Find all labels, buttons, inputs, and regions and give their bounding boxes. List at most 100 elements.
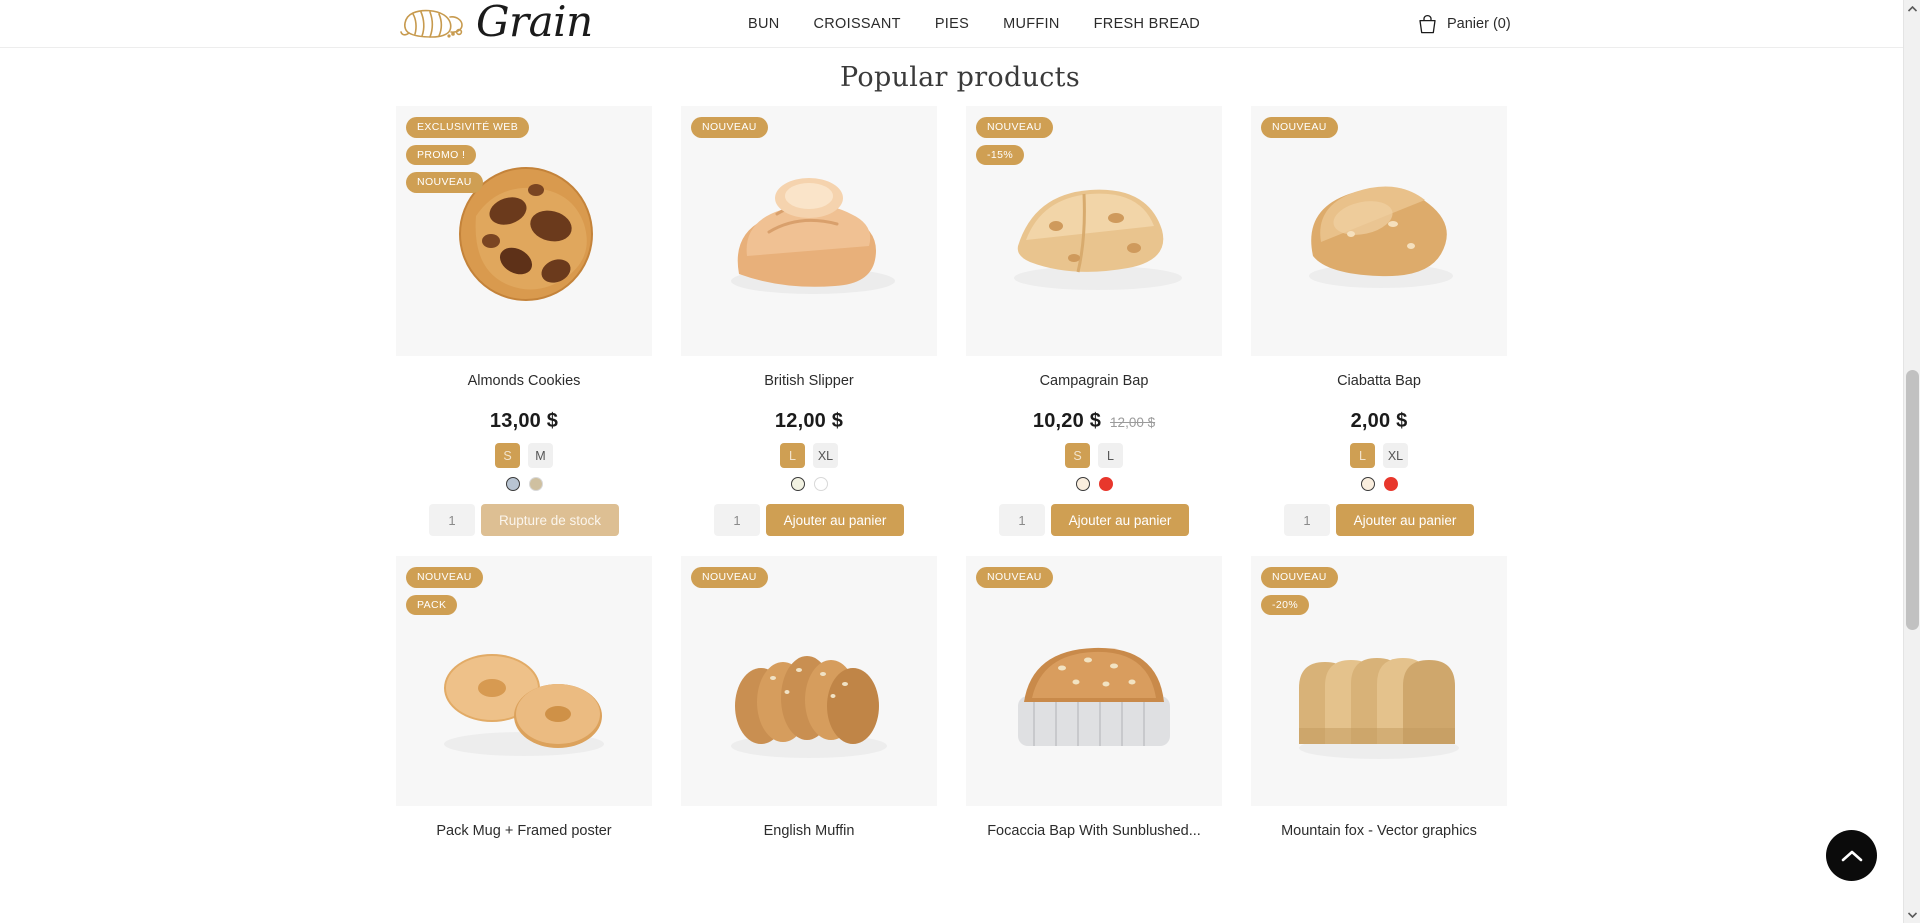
size-option[interactable]: S bbox=[495, 443, 520, 468]
badge-list: NOUVEAU -20% bbox=[1261, 567, 1338, 615]
size-option[interactable]: L bbox=[1098, 443, 1123, 468]
scrollbar-down-arrow[interactable] bbox=[1904, 906, 1920, 923]
color-swatch[interactable] bbox=[813, 477, 828, 491]
color-selector bbox=[1251, 477, 1507, 491]
product-badge: PACK bbox=[406, 594, 458, 615]
purchase-row: Ajouter au panier bbox=[681, 504, 937, 536]
product-grid: EXCLUSIVITÉ WEB PROMO ! NOUVEAU Almonds … bbox=[396, 106, 1508, 839]
logo-wordmark: Grain bbox=[476, 0, 593, 46]
scroll-to-top-button[interactable] bbox=[1826, 830, 1877, 881]
discount-badge: -15% bbox=[976, 144, 1025, 165]
page-scrollbar[interactable] bbox=[1903, 0, 1920, 923]
discount-badge: -20% bbox=[1261, 594, 1310, 615]
product-title[interactable]: Almonds Cookies bbox=[396, 373, 652, 389]
color-swatch[interactable] bbox=[505, 477, 520, 491]
product-image-loaf-in-basket bbox=[1018, 647, 1170, 746]
product-image-area[interactable]: NOUVEAU -15% bbox=[966, 106, 1222, 356]
product-price: 2,00 $ bbox=[1350, 410, 1408, 432]
color-swatch[interactable] bbox=[528, 477, 543, 491]
color-swatch[interactable] bbox=[1383, 477, 1398, 491]
badge-list: EXCLUSIVITÉ WEB PROMO ! NOUVEAU bbox=[406, 117, 530, 193]
product-image-area[interactable]: NOUVEAU bbox=[1251, 106, 1507, 356]
color-selector bbox=[681, 477, 937, 491]
price-row: 10,20 $ 12,00 $ bbox=[966, 410, 1222, 433]
add-to-cart-button[interactable]: Ajouter au panier bbox=[1051, 504, 1189, 536]
color-swatch[interactable] bbox=[790, 477, 805, 491]
product-card: NOUVEAU English Muffin bbox=[681, 556, 937, 839]
product-image-area[interactable]: NOUVEAU PACK bbox=[396, 556, 652, 806]
product-badge: NOUVEAU bbox=[406, 567, 483, 588]
product-original-price: 12,00 $ bbox=[1110, 415, 1156, 430]
product-image-ciabatta-roll bbox=[1309, 186, 1453, 288]
product-title[interactable]: Campagrain Bap bbox=[966, 373, 1222, 389]
site-header: Grain BUN CROISSANT PIES MUFFIN FRESH BR… bbox=[0, 0, 1920, 48]
product-card: NOUVEAU Ciabatta Bap 2,00 $ L XL 1 Ajout… bbox=[1251, 106, 1507, 536]
croissant-icon bbox=[400, 9, 463, 38]
cart-label: Panier (0) bbox=[1447, 16, 1511, 32]
product-image-area[interactable]: NOUVEAU bbox=[681, 556, 937, 806]
price-row: 2,00 $ bbox=[1251, 410, 1507, 433]
product-badge: NOUVEAU bbox=[976, 567, 1053, 588]
size-option[interactable]: XL bbox=[813, 443, 838, 468]
site-logo[interactable]: Grain bbox=[396, 0, 593, 48]
product-title[interactable]: Focaccia Bap With Sunblushed... bbox=[966, 823, 1222, 839]
size-option[interactable]: L bbox=[1350, 443, 1375, 468]
product-image-area[interactable]: NOUVEAU bbox=[966, 556, 1222, 806]
product-image-area[interactable]: NOUVEAU bbox=[681, 106, 937, 356]
size-option[interactable]: M bbox=[528, 443, 553, 468]
size-option[interactable]: XL bbox=[1383, 443, 1408, 468]
chevron-up-icon bbox=[1841, 850, 1862, 861]
product-title[interactable]: Ciabatta Bap bbox=[1251, 373, 1507, 389]
color-swatch[interactable] bbox=[1360, 477, 1375, 491]
purchase-row: Ajouter au panier bbox=[1251, 504, 1507, 536]
size-selector: S L bbox=[966, 443, 1222, 468]
badge-list: NOUVEAU -15% bbox=[976, 117, 1053, 165]
purchase-row: Rupture de stock bbox=[396, 504, 652, 536]
badge-list: NOUVEAU bbox=[691, 567, 768, 588]
size-selector: L XL bbox=[1251, 443, 1507, 468]
nav-item-croissant[interactable]: CROISSANT bbox=[814, 16, 901, 32]
product-card: NOUVEAU -15% Campagrain Bap 10,20 $ 12,0… bbox=[966, 106, 1222, 536]
main-navigation: BUN CROISSANT PIES MUFFIN FRESH BREAD bbox=[748, 0, 1200, 48]
nav-item-pies[interactable]: PIES bbox=[935, 16, 969, 32]
nav-item-muffin[interactable]: MUFFIN bbox=[1003, 16, 1060, 32]
size-option[interactable]: L bbox=[780, 443, 805, 468]
badge-list: NOUVEAU bbox=[976, 567, 1053, 588]
add-to-cart-button[interactable]: Ajouter au panier bbox=[1336, 504, 1474, 536]
shopping-basket-icon bbox=[1419, 15, 1436, 34]
product-badge: EXCLUSIVITÉ WEB bbox=[406, 117, 530, 138]
nav-item-fresh-bread[interactable]: FRESH BREAD bbox=[1094, 16, 1200, 32]
color-swatch[interactable] bbox=[1098, 477, 1113, 491]
scrollbar-thumb[interactable] bbox=[1906, 370, 1919, 630]
quantity-input[interactable] bbox=[429, 504, 475, 536]
size-selector: S M bbox=[396, 443, 652, 468]
product-badge: PROMO ! bbox=[406, 144, 477, 165]
product-badge: NOUVEAU bbox=[691, 117, 768, 138]
badge-list: NOUVEAU PACK bbox=[406, 567, 483, 615]
product-image-area[interactable]: EXCLUSIVITÉ WEB PROMO ! NOUVEAU bbox=[396, 106, 652, 356]
size-selector: L XL bbox=[681, 443, 937, 468]
product-card: EXCLUSIVITÉ WEB PROMO ! NOUVEAU Almonds … bbox=[396, 106, 652, 536]
product-image-sliced-seeded-bread bbox=[731, 656, 887, 758]
size-option[interactable]: S bbox=[1065, 443, 1090, 468]
product-title[interactable]: Pack Mug + Framed poster bbox=[396, 823, 652, 839]
product-image-area[interactable]: NOUVEAU -20% bbox=[1251, 556, 1507, 806]
scrollbar-up-arrow[interactable] bbox=[1904, 0, 1920, 17]
product-price: 10,20 $ bbox=[1032, 410, 1102, 432]
add-to-cart-button[interactable]: Ajouter au panier bbox=[766, 504, 904, 536]
cart-button[interactable]: Panier (0) bbox=[1418, 0, 1511, 48]
badge-list: NOUVEAU bbox=[1261, 117, 1338, 138]
nav-item-bun[interactable]: BUN bbox=[748, 16, 780, 32]
quantity-input[interactable] bbox=[999, 504, 1045, 536]
quantity-input[interactable] bbox=[1284, 504, 1330, 536]
product-image-white-bread-loaves bbox=[731, 178, 895, 294]
product-title[interactable]: British Slipper bbox=[681, 373, 937, 389]
product-title[interactable]: English Muffin bbox=[681, 823, 937, 839]
color-selector bbox=[966, 477, 1222, 491]
product-badge: NOUVEAU bbox=[691, 567, 768, 588]
quantity-input[interactable] bbox=[714, 504, 760, 536]
product-card: NOUVEAU -20% Mountain fox - Vector graph… bbox=[1251, 556, 1507, 839]
purchase-row: Ajouter au panier bbox=[966, 504, 1222, 536]
color-swatch[interactable] bbox=[1075, 477, 1090, 491]
product-title[interactable]: Mountain fox - Vector graphics bbox=[1251, 823, 1507, 839]
